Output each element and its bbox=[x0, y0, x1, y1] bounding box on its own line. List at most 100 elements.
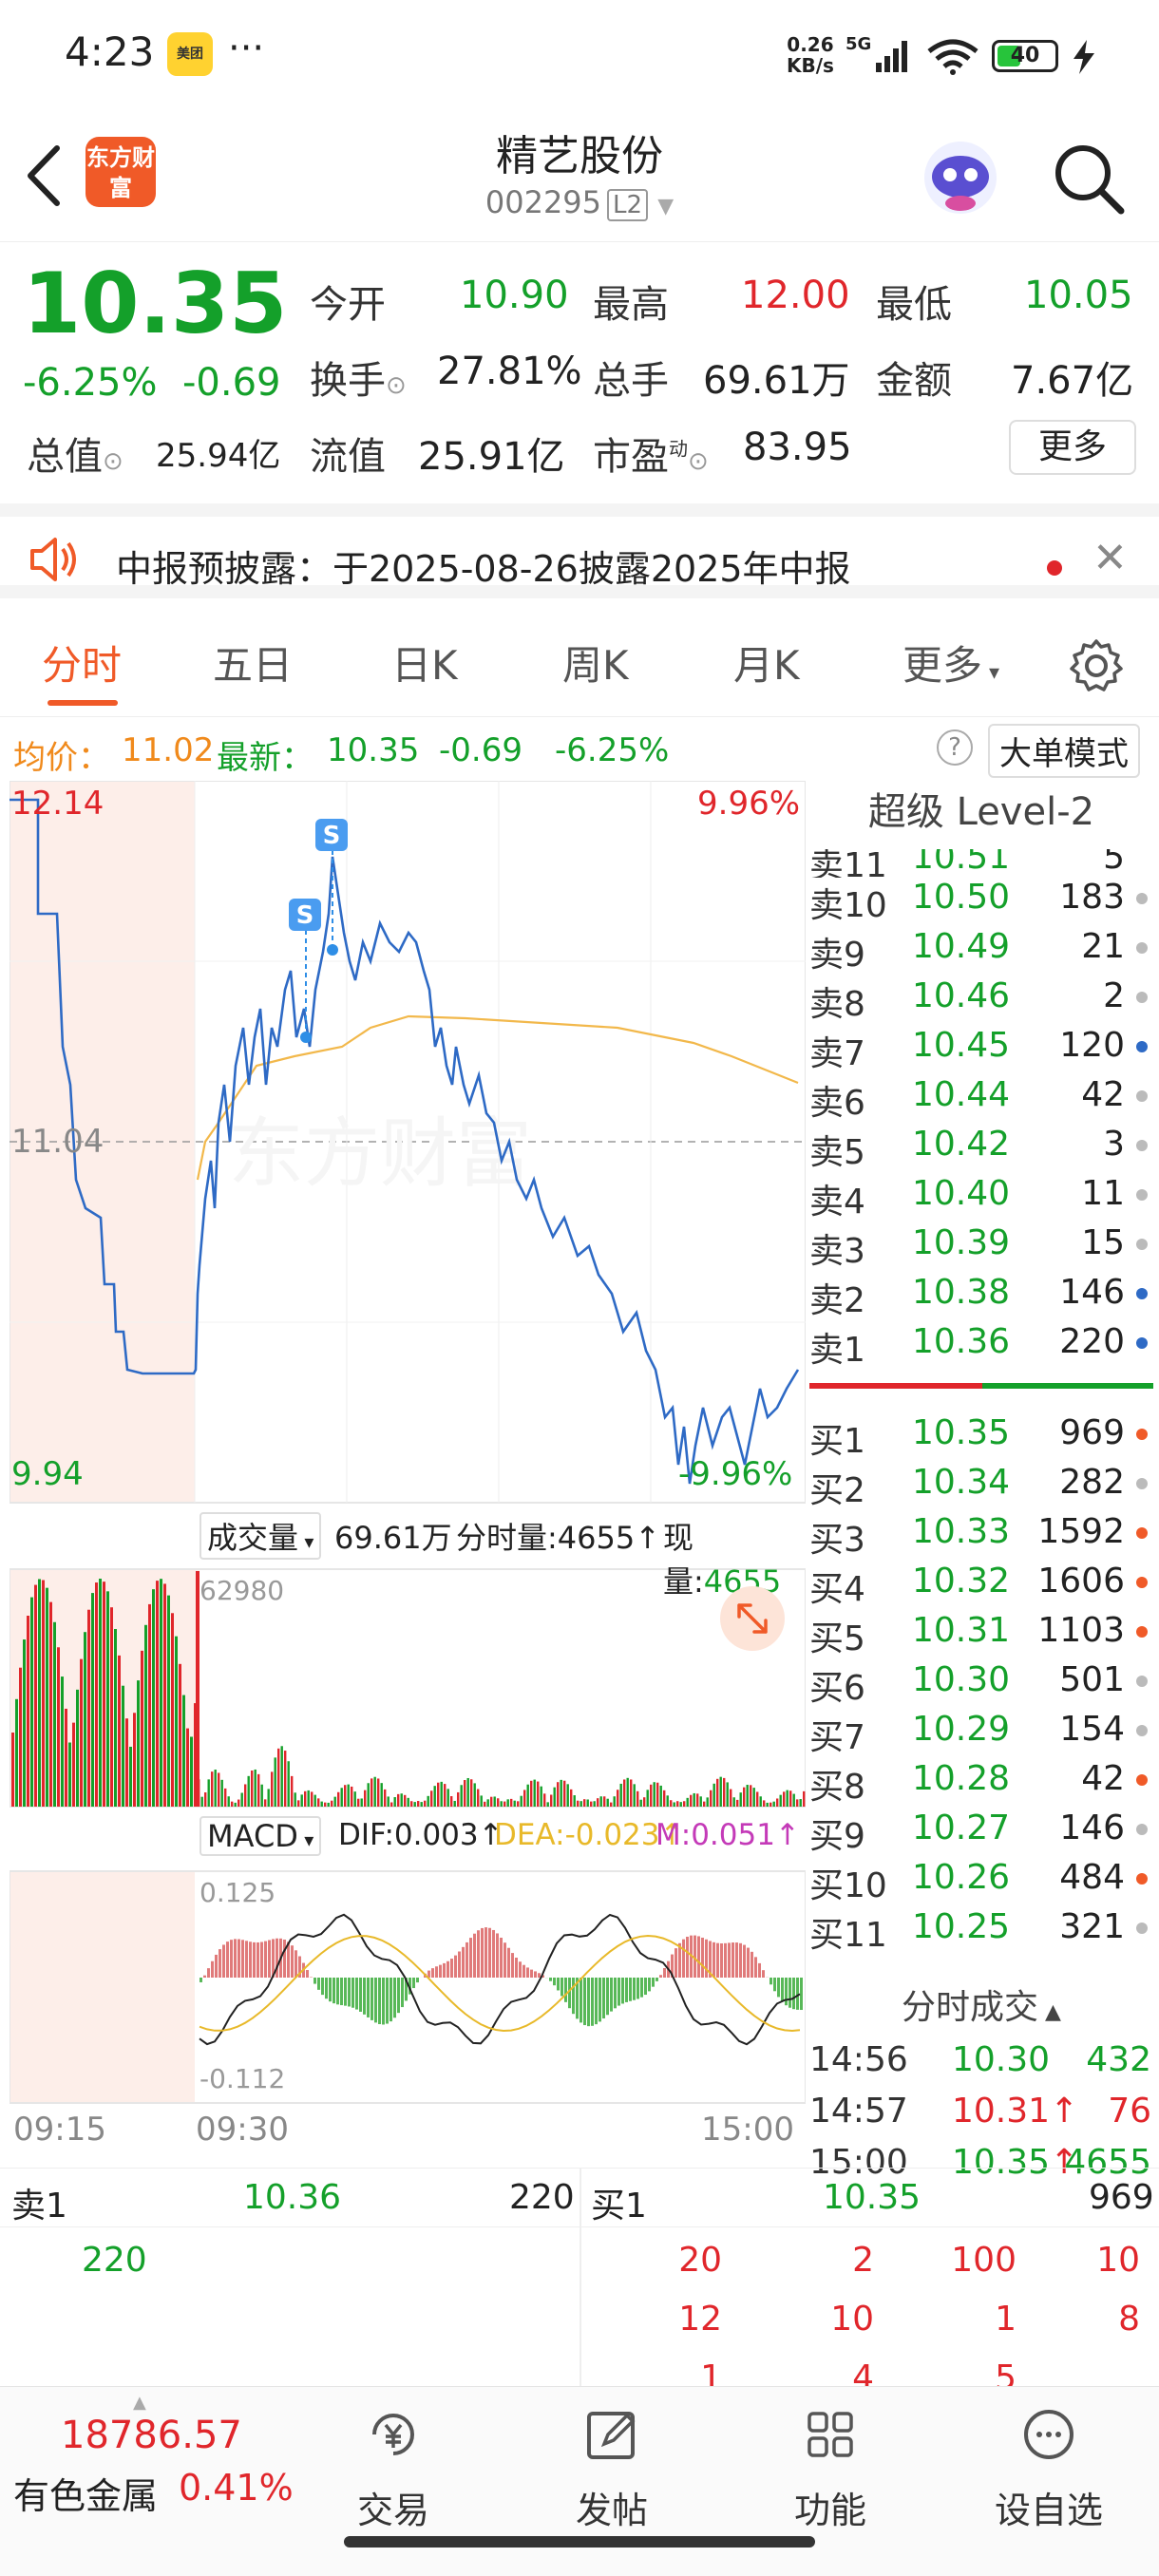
ask-row[interactable]: 卖7 10.45 120 bbox=[809, 1020, 1153, 1073]
macd-bar bbox=[401, 1978, 404, 2008]
volume-bar bbox=[224, 1788, 227, 1807]
ask-price: 10.44 bbox=[912, 1075, 1011, 1114]
bid-volume: 42 bbox=[1081, 1759, 1125, 1798]
ask-row[interactable]: 卖2 10.38 146 bbox=[809, 1267, 1153, 1320]
help-icon[interactable]: ? bbox=[937, 729, 973, 766]
tab-monthly-k[interactable]: 月K bbox=[733, 634, 800, 691]
ask-price: 10.38 bbox=[912, 1273, 1011, 1312]
time-end: 15:00 bbox=[701, 2111, 794, 2149]
bid-dot-icon bbox=[1136, 1626, 1148, 1638]
volume-bar bbox=[87, 1609, 90, 1807]
trade-row: 14:56 10.30 432 bbox=[809, 2035, 1153, 2084]
volume-bar bbox=[11, 1733, 14, 1807]
y-axis-bottom: 9.94 bbox=[11, 1455, 84, 1493]
level2-title[interactable]: 超级 Level-2 bbox=[809, 781, 1153, 843]
trades-title[interactable]: 分时成交 ▲ bbox=[809, 1979, 1153, 2029]
macd-bar bbox=[515, 1957, 518, 1978]
search-icon[interactable] bbox=[1051, 141, 1127, 217]
macd-bar bbox=[522, 1964, 525, 1978]
big-order-mode-button[interactable]: 大单模式 bbox=[988, 724, 1140, 778]
volume-bar bbox=[520, 1795, 522, 1807]
ask-row[interactable]: 卖8 10.46 2 bbox=[809, 971, 1153, 1024]
bid-row[interactable]: 买4 10.32 1606 bbox=[809, 1556, 1153, 1609]
tab-weekly-k[interactable]: 周K bbox=[562, 634, 629, 691]
bid-row[interactable]: 买5 10.31 1103 bbox=[809, 1605, 1153, 1658]
volume-bar bbox=[267, 1789, 270, 1807]
ask-row[interactable]: 卖10 10.50 183 bbox=[809, 872, 1153, 925]
volume-bar bbox=[789, 1790, 792, 1807]
macd-indicator-selector[interactable]: MACD ▾ bbox=[200, 1816, 322, 1856]
nav-functions[interactable]: 功能 bbox=[754, 2406, 906, 2533]
volume-bar bbox=[137, 1680, 140, 1807]
mktcap-label: 总值⊙ bbox=[27, 435, 124, 479]
expand-icon[interactable] bbox=[718, 1584, 787, 1653]
volume-bar bbox=[430, 1790, 433, 1807]
macd-bar bbox=[203, 1975, 206, 1978]
macd-bar bbox=[792, 1978, 795, 2010]
index-name[interactable]: 有色金属 bbox=[13, 2467, 158, 2519]
macd-bar bbox=[241, 1940, 244, 1978]
volume-bar bbox=[171, 1613, 174, 1807]
bid-row[interactable]: 买3 10.33 1592 bbox=[809, 1506, 1153, 1560]
macd-bar bbox=[200, 1978, 202, 1982]
ask-row[interactable]: 卖5 10.42 3 bbox=[809, 1119, 1153, 1172]
volume-bar bbox=[586, 1799, 589, 1807]
ask-row[interactable]: 卖1 10.36 220 bbox=[809, 1316, 1153, 1370]
volume-bar bbox=[533, 1779, 536, 1807]
ask-volume: 15 bbox=[1081, 1223, 1125, 1262]
tab-intraday[interactable]: 分时 bbox=[42, 634, 122, 691]
nav-add-watchlist[interactable]: 设自选 bbox=[973, 2406, 1125, 2533]
bid-dot-icon bbox=[1136, 1429, 1148, 1440]
intraday-chart[interactable]: 东方财富 S S 12.14 11.04 9.94 9.96% -9.96% 成… bbox=[9, 780, 807, 2168]
bid-row[interactable]: 买8 10.28 42 bbox=[809, 1753, 1153, 1807]
macd-bar bbox=[560, 1978, 563, 1997]
bid-row[interactable]: 买1 10.35 969 bbox=[809, 1408, 1153, 1461]
settings-gear-icon[interactable] bbox=[1068, 637, 1125, 694]
tab-five-day[interactable]: 五日 bbox=[213, 634, 293, 691]
home-indicator[interactable] bbox=[344, 2536, 815, 2548]
tab-daily-k[interactable]: 日K bbox=[391, 634, 458, 691]
volume-bar bbox=[390, 1802, 393, 1807]
ask-volume: 2 bbox=[1103, 976, 1125, 1015]
ask-row[interactable]: 卖6 10.44 42 bbox=[809, 1070, 1153, 1123]
volume-bar bbox=[646, 1790, 649, 1807]
bid-row[interactable]: 买2 10.34 282 bbox=[809, 1457, 1153, 1510]
volume-bar bbox=[175, 1636, 178, 1807]
bid-volume: 501 bbox=[1059, 1660, 1125, 1699]
volume-bar bbox=[257, 1773, 260, 1807]
volume-bar bbox=[380, 1783, 383, 1807]
macd-bar bbox=[785, 1978, 788, 2006]
bid-row[interactable]: 买11 10.25 321 bbox=[809, 1902, 1153, 1955]
volume-indicator-selector[interactable]: 成交量 ▾ bbox=[200, 1512, 322, 1560]
close-icon[interactable]: ✕ bbox=[1092, 534, 1128, 582]
volume-bar bbox=[397, 1793, 400, 1807]
volume-bar bbox=[110, 1607, 113, 1807]
ask-row[interactable]: 卖4 10.40 11 bbox=[809, 1168, 1153, 1222]
volume-bar bbox=[367, 1783, 370, 1807]
bid-row[interactable]: 买7 10.29 154 bbox=[809, 1704, 1153, 1757]
macd-bar bbox=[332, 1978, 335, 2004]
macd-bar bbox=[519, 1961, 522, 1978]
robot-assistant-icon[interactable] bbox=[918, 135, 1003, 220]
macd-bar bbox=[306, 1970, 309, 1978]
ask-level-label: 卖5 bbox=[809, 1133, 865, 1172]
bid-row[interactable]: 买6 10.30 501 bbox=[809, 1655, 1153, 1708]
macd-bar bbox=[469, 1938, 472, 1978]
tab-more[interactable]: 更多 ▾ bbox=[902, 634, 999, 691]
queue-ask-price: 10.36 bbox=[243, 2178, 342, 2217]
more-quote-button[interactable]: 更多 bbox=[1009, 420, 1136, 475]
ask-volume: 21 bbox=[1081, 927, 1125, 966]
report-notice-bar[interactable]: 中报预披露：于2025-08-26披露2025年中报 ✕ bbox=[0, 503, 1159, 598]
volume-bar bbox=[676, 1801, 679, 1807]
nav-trade[interactable]: 交易 bbox=[317, 2406, 469, 2533]
ask-row[interactable]: 卖9 10.49 21 bbox=[809, 921, 1153, 975]
ask-price: 10.45 bbox=[912, 1026, 1011, 1065]
nav-post[interactable]: 发帖 bbox=[536, 2406, 688, 2533]
index-value[interactable]: 18786.57 bbox=[61, 2414, 242, 2457]
volume-bar bbox=[400, 1793, 403, 1807]
ask-dot-icon bbox=[1136, 942, 1148, 954]
bid-row[interactable]: 买10 10.26 484 bbox=[809, 1852, 1153, 1905]
ask-row[interactable]: 卖3 10.39 15 bbox=[809, 1218, 1153, 1271]
bid-level-label: 买10 bbox=[809, 1866, 887, 1905]
bid-row[interactable]: 买9 10.27 146 bbox=[809, 1803, 1153, 1856]
